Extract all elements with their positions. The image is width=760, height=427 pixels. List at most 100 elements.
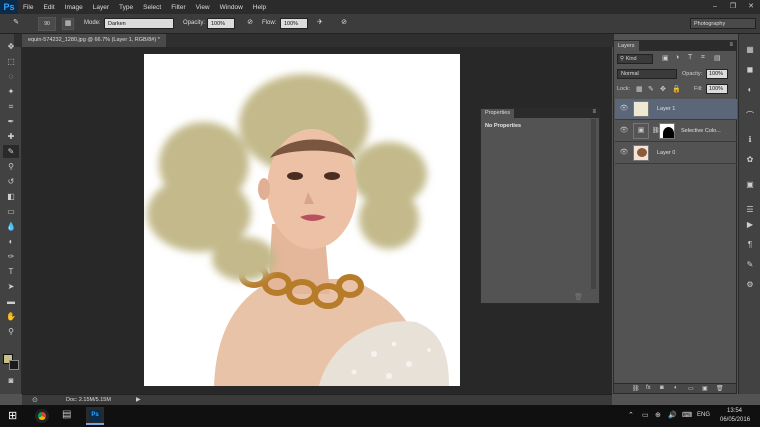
marquee-tool-icon[interactable]: ⬚ [3,55,19,68]
blur-tool-icon[interactable]: 💧 [3,220,19,233]
layer-row-layer-0[interactable]: 👁 Layer 0 [615,143,737,164]
hand-tool-icon[interactable]: ✋ [3,310,19,323]
path-select-tool-icon[interactable]: ➤ [3,280,19,293]
brush-tool-icon[interactable]: ✎ [3,145,19,158]
network-icon[interactable]: ⊕ [655,411,661,419]
zoom-tool-icon[interactable]: ⚲ [3,325,19,338]
menu-layer[interactable]: Layer [88,4,114,11]
layers-panel-menu-icon[interactable]: ≡ [729,42,733,48]
panel-menu-icon[interactable]: ≡ [592,109,596,115]
clock-date[interactable]: 06/05/2016 [720,417,750,423]
status-menu-arrow-icon[interactable]: ▶ [136,396,141,403]
filter-kind-select[interactable]: ⚲ Kind [617,54,653,64]
dodge-tool-icon[interactable]: ◐ [3,235,19,248]
keyboard-icon[interactable]: ⌨ [682,411,692,419]
menu-edit[interactable]: Edit [38,4,59,11]
eyedropper-tool-icon[interactable]: ✒ [3,115,19,128]
add-mask-icon[interactable]: ◙ [660,385,664,391]
gradient-tool-icon[interactable]: ▭ [3,205,19,218]
quick-select-tool-icon[interactable]: ✦ [3,85,19,98]
document-tab[interactable]: equin-574232_1280.jpg @ 66.7% (Layer 1, … [22,34,166,47]
tray-chevron-icon[interactable]: ⌃ [628,411,634,419]
healing-tool-icon[interactable]: ✚ [3,130,19,143]
delete-layer-icon[interactable]: 🗑 [716,385,724,392]
filter-adjustment-icon[interactable]: ◑ [675,54,679,61]
action-center-icon[interactable]: ▭ [642,411,649,419]
color-panel-icon[interactable]: ▦ [744,44,756,56]
workspace-select[interactable]: Photography [690,18,756,29]
zoom-icon[interactable]: ⊙ [32,396,38,404]
comments-panel-icon[interactable]: ▣ [744,179,756,191]
new-group-icon[interactable]: ▭ [688,385,694,392]
layer-opacity-input[interactable]: 100% [706,69,728,79]
adjustments-panel-icon[interactable]: ◐ [744,84,756,96]
layer-comps-panel-icon[interactable]: ⚙ [744,279,756,291]
info-panel-icon[interactable]: ℹ [744,134,756,146]
minimize-button[interactable]: – [706,0,724,14]
eraser-tool-icon[interactable]: ◧ [3,190,19,203]
lock-all-icon[interactable]: 🔒 [672,85,681,93]
lasso-tool-icon[interactable]: ◌ [3,70,19,83]
lock-pixels-icon[interactable]: ✎ [648,85,654,93]
filter-shape-icon[interactable]: ⌗ [701,54,705,62]
visibility-eye-icon[interactable]: 👁 [619,126,629,136]
menu-type[interactable]: Type [114,4,138,11]
brush-tool-preset-icon[interactable]: ✎ [10,18,22,30]
brush-size-picker[interactable]: 90 [38,17,56,31]
actions-panel-icon[interactable]: ▶ [744,219,756,231]
visibility-eye-icon[interactable]: 👁 [619,104,629,114]
layer-row-selective-color[interactable]: 👁 ▣ ⛓ Selective Colo... [615,121,737,142]
close-button[interactable]: ✕ [742,0,760,14]
properties-scrollbar[interactable] [591,119,596,289]
pressure-size-icon[interactable]: ⊘ [338,18,350,30]
airbrush-icon[interactable]: ✈ [314,18,326,30]
pen-tool-icon[interactable]: ✑ [3,250,19,263]
flow-input[interactable]: 100% [280,18,308,29]
layer-mask-thumbnail[interactable] [659,123,675,139]
layer-row-layer-1[interactable]: 👁 Layer 1 [615,99,737,120]
menu-file[interactable]: File [18,4,38,11]
swatches-panel-icon[interactable]: ◼ [744,64,756,76]
history-brush-tool-icon[interactable]: ↺ [3,175,19,188]
mode-select[interactable]: Darken [104,18,174,29]
brush-presets-panel-icon[interactable]: ✎ [744,259,756,271]
type-tool-icon[interactable]: T [3,265,19,278]
menu-window[interactable]: Window [215,4,248,11]
volume-icon[interactable]: 🔊 [668,411,677,419]
layer-style-icon[interactable]: fx [646,385,651,391]
crop-tool-icon[interactable]: ⌗ [3,100,19,113]
quick-mask-icon[interactable]: ◙ [3,374,19,387]
properties-tab[interactable]: Properties [481,109,515,118]
lock-transparent-icon[interactable]: ▦ [636,85,643,93]
opacity-input[interactable]: 100% [207,18,235,29]
filter-pixel-icon[interactable]: ▣ [662,54,669,62]
fill-input[interactable]: 100% [706,84,728,94]
history-panel-icon[interactable]: ☰ [744,204,756,216]
new-layer-icon[interactable]: ▣ [702,385,708,392]
link-layers-icon[interactable]: ⛓ [632,385,640,392]
filter-type-icon[interactable]: T [688,54,692,61]
menu-view[interactable]: View [191,4,215,11]
background-color-swatch[interactable] [9,360,19,370]
restore-button[interactable]: ❐ [724,0,742,14]
shape-tool-icon[interactable]: ▬ [3,295,19,308]
photoshop-taskbar-button[interactable]: Ps [86,407,104,425]
menu-select[interactable]: Select [138,4,166,11]
menu-filter[interactable]: Filter [166,4,190,11]
filter-smart-object-icon[interactable]: ▤ [714,54,721,62]
menu-help[interactable]: Help [248,4,271,11]
clone-stamp-tool-icon[interactable]: ⚲ [3,160,19,173]
paths-panel-icon[interactable]: ⌒ [744,110,756,122]
pressure-opacity-icon[interactable]: ⊘ [244,18,256,30]
menu-image[interactable]: Image [60,4,88,11]
document-canvas[interactable] [144,54,460,386]
visibility-eye-icon[interactable]: 👁 [619,148,629,158]
chrome-taskbar-icon[interactable] [35,409,49,423]
character-panel-icon[interactable]: ¶ [744,239,756,251]
input-language[interactable]: ENG [697,412,710,418]
layers-tab[interactable]: Layers [614,41,639,51]
lock-position-icon[interactable]: ✥ [660,85,666,93]
styles-panel-icon[interactable]: ✿ [744,154,756,166]
new-adjustment-icon[interactable]: ◐ [674,385,678,391]
file-explorer-taskbar-icon[interactable]: ▤ [62,409,71,420]
